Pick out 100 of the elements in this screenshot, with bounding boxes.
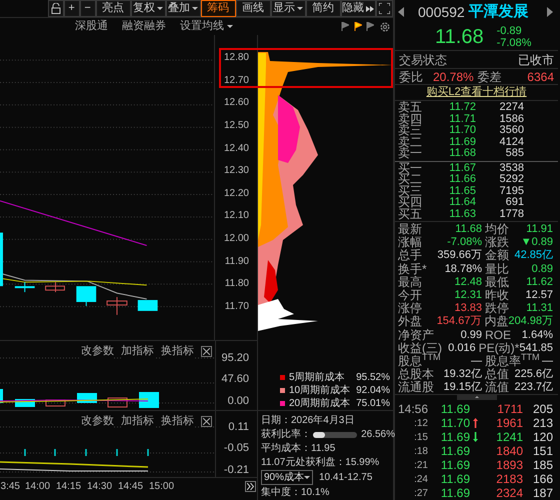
stat-label: 总股本 <box>398 368 434 382</box>
candlestick <box>45 282 65 293</box>
tick-time: :15 <box>413 430 428 445</box>
axis-label: 11.90 <box>224 256 249 267</box>
stat-value: 11.68 <box>455 223 482 236</box>
stat-value: 0.016 <box>448 342 476 355</box>
indicator-tool-link[interactable]: 换指标 <box>161 343 194 360</box>
stat-value: 154.67万 <box>436 315 482 328</box>
axis-label: 47.60 <box>220 372 249 386</box>
scroll-right-button[interactable] <box>245 481 256 492</box>
volume-bar <box>46 400 66 406</box>
price-change: -0.89 <box>496 25 523 37</box>
order-volume: 691 <box>504 197 524 208</box>
legend-value: 92.04% <box>356 384 390 398</box>
axis-label: 12.50 <box>224 121 249 132</box>
previous-button[interactable] <box>398 7 406 17</box>
stat-label: 换手* <box>398 262 427 276</box>
stat-label: 流通股 <box>398 381 434 394</box>
order-price: 11.65 <box>448 186 476 197</box>
axis-label: 12.80 <box>224 53 249 64</box>
stat-label: 涨幅 <box>398 236 422 250</box>
chart-menu-item[interactable]: 深股通 <box>75 18 108 35</box>
tick-time: :12 <box>413 416 428 431</box>
chart-menu-item[interactable]: 设置均线 <box>180 18 233 35</box>
fullscreen-icon <box>378 3 390 14</box>
legend-label: 5周期前成本 <box>289 370 345 384</box>
indicator-tool-link[interactable]: 换指标 <box>161 413 194 430</box>
stat-label: 最高 <box>398 276 422 289</box>
toolbar-button[interactable]: 显示 <box>270 0 306 17</box>
axis-label: 11.80 <box>224 279 249 290</box>
order-price: 11.63 <box>448 208 476 220</box>
toolbar-button[interactable]: 简约 <box>306 0 341 17</box>
caret-left-icon <box>398 7 404 17</box>
percent-change: -7.08% <box>496 37 532 49</box>
last-price: 11.68 <box>435 25 484 50</box>
average-cost: 平均成本：11.95 <box>261 442 336 455</box>
stat-label: 最新 <box>398 223 422 236</box>
stat-label: ROE <box>485 328 512 342</box>
time-label: 14:15 <box>54 480 82 494</box>
lock-button[interactable] <box>48 0 64 17</box>
stat-value: 13.83 <box>454 302 482 316</box>
order-level-label: 卖三 <box>398 125 423 136</box>
legend-value: 75.01% <box>356 397 390 411</box>
indicator-tool-link[interactable]: 加指标 <box>121 343 154 360</box>
toolbar-button[interactable]: 复权 <box>130 0 166 17</box>
axis-label: 11.70 <box>224 302 249 312</box>
order-diff-value: 6364 <box>527 68 554 86</box>
cost-range-dropdown[interactable]: 90%成本 <box>261 470 313 485</box>
toolbar-button[interactable]: 亮点 <box>96 0 131 17</box>
stat-value: 204.98万 <box>508 315 553 328</box>
profit-ratio-label: 获利比率： <box>261 428 311 442</box>
order-ratio-label: 委比 <box>399 68 423 86</box>
order-price: 11.67 <box>448 162 476 174</box>
stat-label: 收益(三) <box>398 342 442 355</box>
flag-icon <box>354 22 362 31</box>
time-label: 14:30 <box>86 480 114 494</box>
indicator-tool-link[interactable]: 改参数 <box>81 413 114 430</box>
chart-menu-item[interactable]: 融资融券 <box>122 18 166 35</box>
indicator-tool-link[interactable]: 改参数 <box>81 343 114 360</box>
order-volume: 5292 <box>498 174 524 186</box>
stat-value: 11.91 <box>526 223 553 236</box>
axis-label: 12.40 <box>224 144 249 154</box>
stat-value: — <box>471 354 482 368</box>
candlestick <box>106 296 128 316</box>
axis-label: 12.70 <box>224 76 249 86</box>
axis-label: 12.20 <box>224 188 249 199</box>
stat-value: 11.62 <box>526 276 553 289</box>
next-button[interactable] <box>547 7 555 17</box>
stat-value: 0.99 <box>460 328 482 342</box>
profit-at-price: 11.07元处获利盘：15.99% <box>261 456 380 469</box>
toolbar-button[interactable]: − <box>80 0 96 17</box>
indicator-tool-link[interactable]: 加指标 <box>121 413 154 430</box>
l2-link[interactable]: 购买L2查看十档行情 <box>426 84 527 101</box>
volume-bar <box>108 398 128 408</box>
toolbar-button[interactable]: + <box>64 0 80 17</box>
candlestick <box>14 282 35 293</box>
toolbar-button[interactable]: 叠加 <box>166 0 201 17</box>
fullscreen-button[interactable] <box>376 0 393 17</box>
toolbar-button[interactable]: 筹码 <box>200 0 236 17</box>
stat-label: 内盘 <box>484 315 508 328</box>
order-volume: 3560 <box>498 125 524 136</box>
stat-value: 42.85亿 <box>514 249 553 263</box>
toolbar-button[interactable]: 画线 <box>236 0 271 17</box>
stat-label: 量比 <box>485 262 509 276</box>
order-level-label: 卖五 <box>398 102 423 114</box>
axis-label: 12.30 <box>224 166 249 176</box>
stat-value: 18.78% <box>444 262 482 276</box>
stat-label: PE(动)* <box>478 342 520 355</box>
toolbar-button[interactable]: 隐藏 <box>340 0 376 17</box>
stat-label: 外盘 <box>398 315 422 328</box>
close-button[interactable] <box>201 346 212 357</box>
stock-name: 平潭发展 <box>468 2 529 22</box>
stat-label: 均价 <box>485 223 509 236</box>
close-button[interactable] <box>201 416 212 427</box>
volume-bar <box>139 392 159 408</box>
stat-value: 19.15亿 <box>443 381 482 394</box>
stat-value: 225.6亿 <box>514 368 553 382</box>
stat-value: -7.08% <box>447 236 482 250</box>
tick-time: :24 <box>413 472 428 487</box>
order-volume: 2274 <box>498 102 524 114</box>
